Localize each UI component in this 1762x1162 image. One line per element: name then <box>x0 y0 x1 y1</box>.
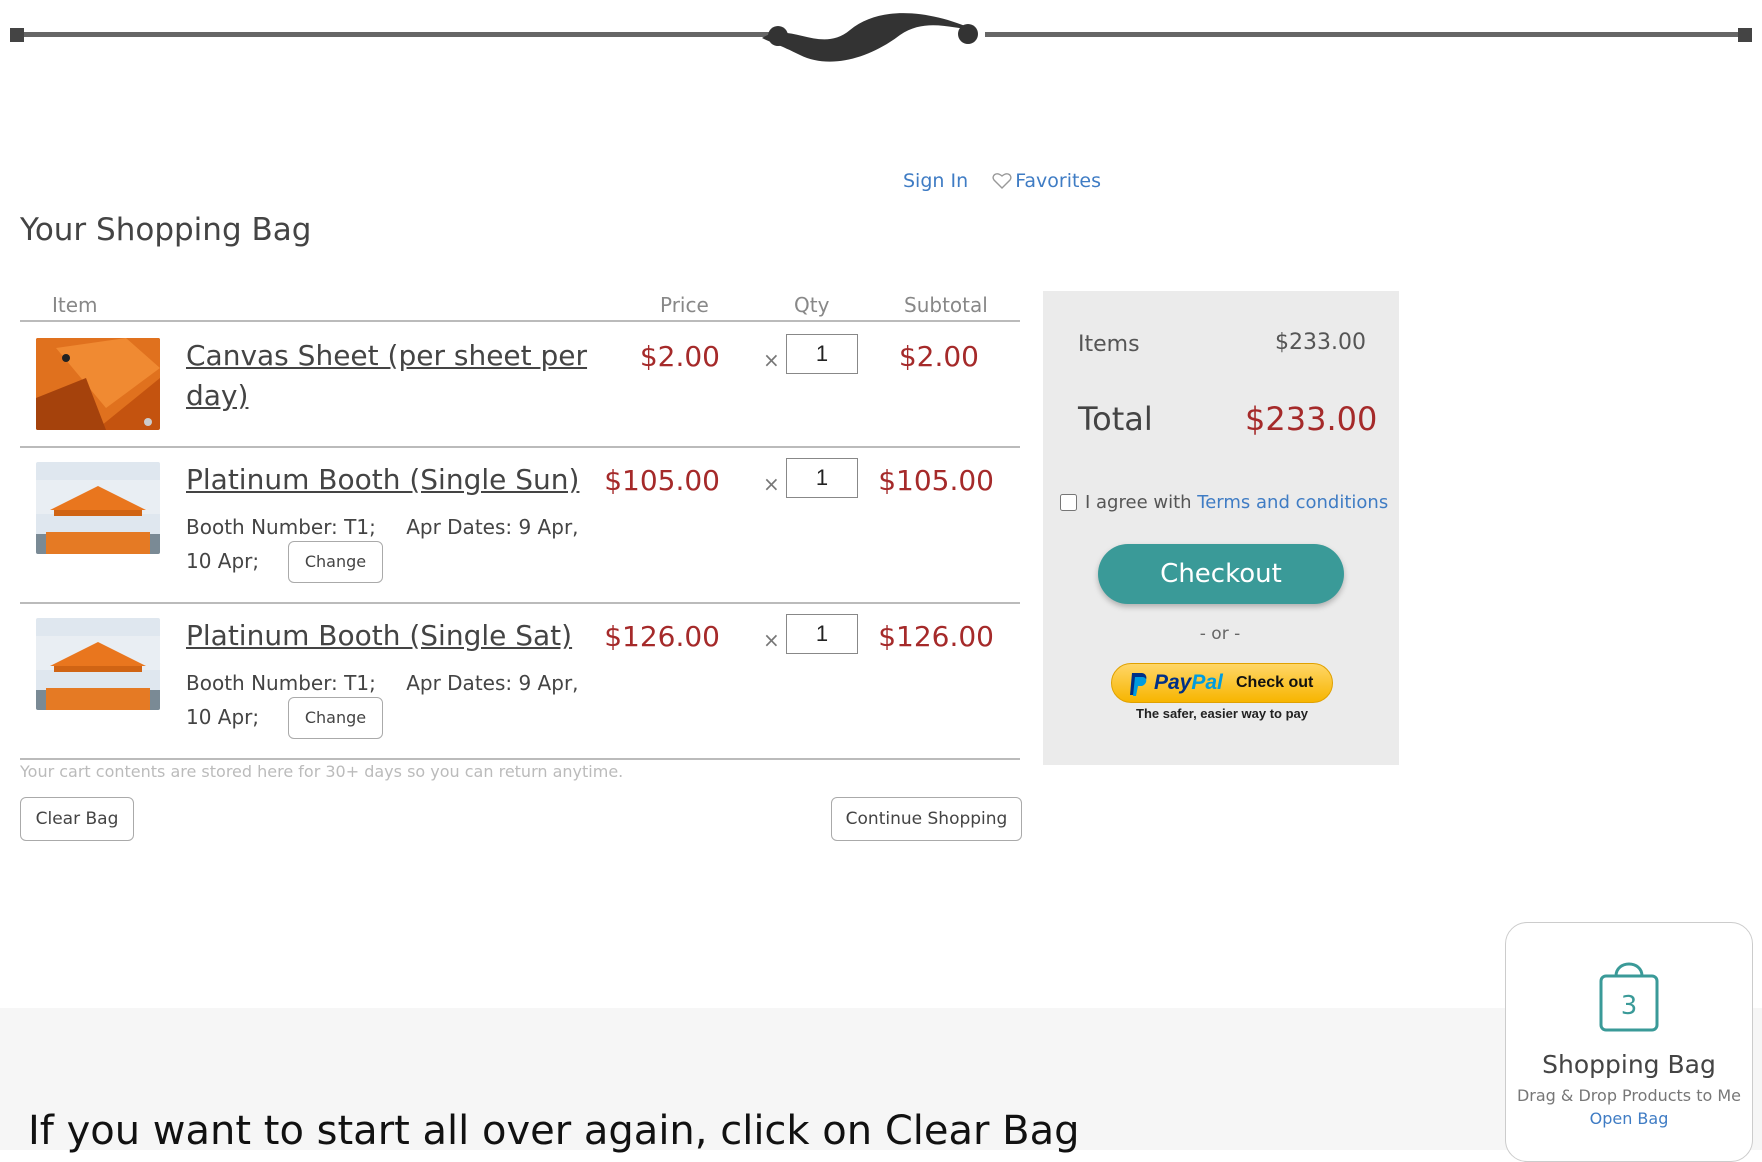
change-button[interactable]: Change <box>288 697 383 739</box>
favorites-link[interactable]: Favorites <box>992 170 1101 192</box>
summary-items-label: Items <box>1078 332 1140 357</box>
product-thumbnail-canvas-sheet[interactable] <box>36 338 160 430</box>
paypal-check-out-label: Check out <box>1236 674 1314 691</box>
row-subtotal: $105.00 <box>878 464 994 497</box>
header-divider <box>20 320 1020 322</box>
terms-link[interactable]: Terms and conditions <box>1197 492 1388 513</box>
bag-count: 3 <box>1621 991 1638 1021</box>
column-header-qty: Qty <box>794 293 830 317</box>
page-title: Your Shopping Bag <box>20 212 312 248</box>
product-link-platinum-booth-sat[interactable]: Platinum Booth (Single Sat) <box>186 616 572 656</box>
sign-in-link[interactable]: Sign In <box>903 170 968 192</box>
product-name-line2: day) <box>186 379 249 412</box>
column-header-subtotal: Subtotal <box>904 293 988 317</box>
continue-shopping-button[interactable]: Continue Shopping <box>831 797 1022 841</box>
booth-image <box>36 618 160 710</box>
quantity-input[interactable]: 1 <box>786 334 858 374</box>
header-links: Sign In Favorites <box>903 170 1101 192</box>
row-divider <box>20 446 1020 448</box>
row-divider <box>20 602 1020 604</box>
booth-image <box>36 462 160 554</box>
row-subtotal: $126.00 <box>878 620 994 653</box>
row-price: $2.00 <box>639 340 720 373</box>
shopping-bag-icon: 3 <box>1599 962 1659 1032</box>
booth-meta: Booth Number: T1; Apr Dates: 9 Apr, <box>186 666 579 700</box>
paypal-checkout-button[interactable]: PayPal Check out <box>1111 663 1333 703</box>
paypal-tagline: The safer, easier way to pay <box>1136 706 1308 721</box>
clear-bag-button[interactable]: Clear Bag <box>20 797 134 841</box>
change-button[interactable]: Change <box>288 541 383 583</box>
row-subtotal: $2.00 <box>898 340 979 373</box>
checkout-button[interactable]: Checkout <box>1098 544 1344 604</box>
open-bag-link[interactable]: Open Bag <box>1505 1109 1753 1128</box>
booth-dates: Apr Dates: 9 Apr, <box>406 515 579 539</box>
bag-widget-title: Shopping Bag <box>1542 1050 1716 1079</box>
favorites-label: Favorites <box>1015 170 1102 192</box>
footer-instruction: If you want to start all over again, cli… <box>28 1108 1080 1154</box>
column-header-price: Price <box>660 293 709 317</box>
booth-number: Booth Number: T1; <box>186 515 376 539</box>
paypal-icon <box>1130 673 1147 696</box>
quantity-input[interactable]: 1 <box>786 458 858 498</box>
row-divider <box>20 758 1020 760</box>
heart-icon <box>992 173 1012 189</box>
booth-dates-continued: 10 Apr; <box>186 549 260 573</box>
agree-text: I agree with <box>1085 492 1192 513</box>
times-symbol: × <box>763 348 780 372</box>
booth-dates: Apr Dates: 9 Apr, <box>406 671 579 695</box>
product-thumbnail-booth-sun[interactable] <box>36 462 160 554</box>
terms-checkbox[interactable] <box>1060 494 1077 511</box>
product-thumbnail-booth-sat[interactable] <box>36 618 160 710</box>
row-price: $126.00 <box>604 620 720 653</box>
summary-items-value: $233.00 <box>1275 330 1366 355</box>
terms-agreement: I agree with Terms and conditions <box>1060 492 1388 513</box>
times-symbol: × <box>763 472 780 496</box>
or-separator: - or - <box>1199 624 1241 644</box>
paypal-logo: PayPal <box>1154 671 1223 694</box>
column-header-item: Item <box>52 293 98 317</box>
ornament-divider <box>10 13 1752 62</box>
booth-dates-continued: 10 Apr; <box>186 705 260 729</box>
cart-storage-note: Your cart contents are stored here for 3… <box>20 762 624 781</box>
summary-total-label: Total <box>1078 400 1153 438</box>
bag-widget-subtitle: Drag & Drop Products to Me <box>1516 1086 1742 1105</box>
times-symbol: × <box>763 628 780 652</box>
row-price: $105.00 <box>604 464 720 497</box>
booth-meta: Booth Number: T1; Apr Dates: 9 Apr, <box>186 510 579 544</box>
canvas-sheet-image <box>36 338 160 430</box>
product-link-platinum-booth-sun[interactable]: Platinum Booth (Single Sun) <box>186 460 579 500</box>
booth-number: Booth Number: T1; <box>186 671 376 695</box>
quantity-input[interactable]: 1 <box>786 614 858 654</box>
product-link-canvas-sheet[interactable]: Canvas Sheet (per sheet per day) <box>186 336 587 416</box>
summary-total-value: $233.00 <box>1245 400 1378 438</box>
product-name-line1: Canvas Sheet (per sheet per <box>186 339 588 372</box>
